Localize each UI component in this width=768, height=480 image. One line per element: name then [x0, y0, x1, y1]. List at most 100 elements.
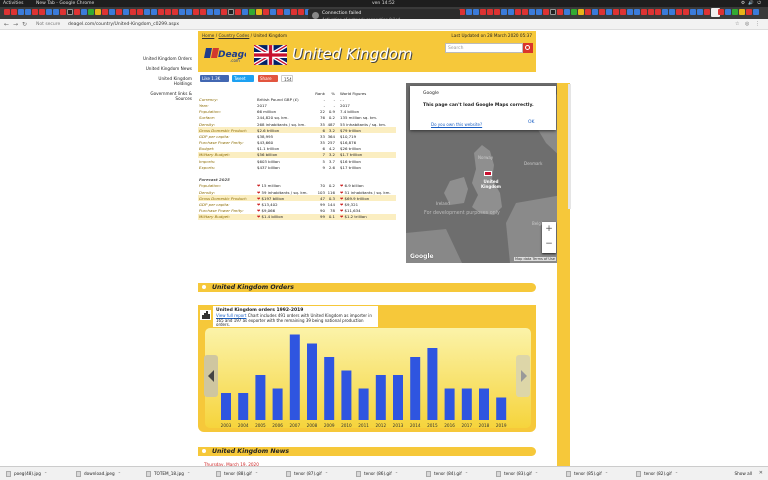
browser-tab[interactable] [557, 9, 563, 15]
browser-tab[interactable] [725, 9, 731, 15]
chart-bar-2008[interactable] [307, 343, 317, 421]
dialog-ok-button[interactable]: OK [528, 120, 535, 125]
chart-bar-2006[interactable] [272, 388, 283, 421]
browser-tab[interactable] [641, 9, 647, 15]
breadcrumb-home[interactable]: Home [202, 33, 214, 38]
browser-tab[interactable] [592, 9, 598, 15]
browser-tab[interactable] [704, 9, 710, 15]
browser-tab[interactable] [144, 9, 150, 15]
nav-holdings-link[interactable]: United Kingdom Holdings [140, 76, 192, 86]
browser-tab[interactable] [606, 9, 612, 15]
browser-tab[interactable] [739, 9, 745, 15]
browser-tab[interactable] [32, 9, 38, 15]
zoom-out-button[interactable]: − [542, 237, 556, 252]
download-item[interactable]: tenor (84).gif ⌃ [426, 470, 468, 478]
close-icon[interactable]: ✕ [759, 470, 763, 476]
browser-tab[interactable] [697, 9, 703, 15]
map-flag-marker[interactable] [484, 171, 492, 176]
browser-tab[interactable] [151, 9, 157, 15]
chart-prev-button[interactable] [204, 355, 218, 397]
browser-tab[interactable] [487, 9, 493, 15]
chevron-up-icon[interactable]: ⌃ [605, 471, 609, 476]
chevron-up-icon[interactable]: ⌃ [325, 471, 329, 476]
browser-tab[interactable] [732, 9, 738, 15]
browser-tab[interactable] [669, 9, 675, 15]
chart-bar-2016[interactable] [444, 388, 455, 421]
chevron-up-icon[interactable]: ⌃ [395, 471, 399, 476]
browser-tab[interactable] [214, 9, 220, 15]
system-tray[interactable]: ⚙ 🔊 ⏻ [741, 0, 762, 7]
download-item[interactable]: tenor (83).gif ⌃ [496, 470, 538, 478]
clock[interactable]: ven 14:52 [372, 0, 395, 7]
search-button[interactable] [523, 43, 533, 53]
download-item[interactable]: poeg(48).jpg ⌃ [6, 470, 47, 478]
browser-tab[interactable] [550, 9, 556, 15]
chevron-up-icon[interactable]: ⌃ [255, 471, 259, 476]
browser-tab[interactable] [676, 9, 682, 15]
browser-tab[interactable] [18, 9, 24, 15]
browser-tab[interactable] [130, 9, 136, 15]
browser-tab[interactable] [613, 9, 619, 15]
browser-tab[interactable] [655, 9, 661, 15]
chart-bar-2007[interactable] [289, 334, 300, 421]
browser-tab[interactable] [228, 9, 234, 15]
browser-tab[interactable] [473, 9, 479, 15]
chevron-up-icon[interactable]: ⌃ [187, 471, 191, 476]
chart-bar-2005[interactable] [255, 375, 266, 420]
show-all-downloads[interactable]: Show all [734, 471, 752, 476]
back-icon[interactable]: ← [4, 21, 9, 28]
browser-tab[interactable] [53, 9, 59, 15]
browser-tab[interactable] [242, 9, 248, 15]
tweet-button[interactable]: Tweet [232, 75, 254, 82]
browser-tab[interactable] [578, 9, 584, 15]
chart-bar-2003[interactable] [221, 393, 231, 420]
chart-bar-2011[interactable] [358, 388, 369, 421]
chevron-up-icon[interactable]: ⌃ [535, 471, 539, 476]
browser-tab[interactable] [270, 9, 276, 15]
browser-tab[interactable] [620, 9, 626, 15]
browser-tab[interactable] [4, 9, 10, 15]
browser-tab[interactable] [249, 9, 255, 15]
map-attribution[interactable]: Map data Terms of Use [514, 257, 556, 261]
chart-bar-2017[interactable] [461, 388, 472, 421]
chevron-up-icon[interactable]: ⌃ [675, 471, 679, 476]
browser-tab[interactable] [109, 9, 115, 15]
chart-next-button[interactable] [516, 355, 530, 397]
browser-tab[interactable] [585, 9, 591, 15]
browser-tab[interactable] [235, 9, 241, 15]
browser-tab[interactable] [221, 9, 227, 15]
download-item[interactable]: tenor (88).gif ⌃ [216, 470, 258, 478]
browser-tab[interactable] [277, 9, 283, 15]
browser-tab[interactable] [25, 9, 31, 15]
download-item[interactable]: tenor (82).gif ⌃ [636, 470, 678, 478]
download-item[interactable]: tenor (86).gif ⌃ [356, 470, 398, 478]
browser-tab[interactable] [60, 9, 66, 15]
nav-government-link[interactable]: Government links & Sources [140, 91, 192, 101]
browser-tab[interactable] [172, 9, 178, 15]
browser-tab[interactable] [88, 9, 94, 15]
browser-tab[interactable] [298, 9, 304, 15]
browser-tab[interactable] [627, 9, 633, 15]
chart-bar-2010[interactable] [341, 370, 352, 421]
chevron-up-icon[interactable]: ⌃ [44, 471, 48, 476]
nav-orders-link[interactable]: United Kingdom Orders [140, 56, 192, 61]
browser-tab[interactable] [718, 9, 724, 15]
chart-bar-2013[interactable] [393, 375, 403, 420]
browser-tab[interactable] [508, 9, 514, 15]
browser-tab[interactable] [564, 9, 570, 15]
browser-tab[interactable] [123, 9, 129, 15]
share-button[interactable]: Share [258, 75, 278, 82]
browser-tab[interactable] [46, 9, 52, 15]
browser-tab[interactable] [746, 9, 752, 15]
forward-icon[interactable]: → [13, 21, 18, 28]
chart-bar-2014[interactable] [410, 357, 421, 420]
browser-tab[interactable] [74, 9, 80, 15]
browser-tab[interactable] [81, 9, 87, 15]
browser-tab[interactable] [193, 9, 199, 15]
browser-tab[interactable] [102, 9, 108, 15]
browser-tab[interactable] [494, 9, 500, 15]
app-menu[interactable]: New Tab - Google Chrome [36, 0, 94, 7]
browser-tab[interactable] [11, 9, 17, 15]
browser-tab[interactable] [571, 9, 577, 15]
browser-tab[interactable] [116, 9, 122, 15]
